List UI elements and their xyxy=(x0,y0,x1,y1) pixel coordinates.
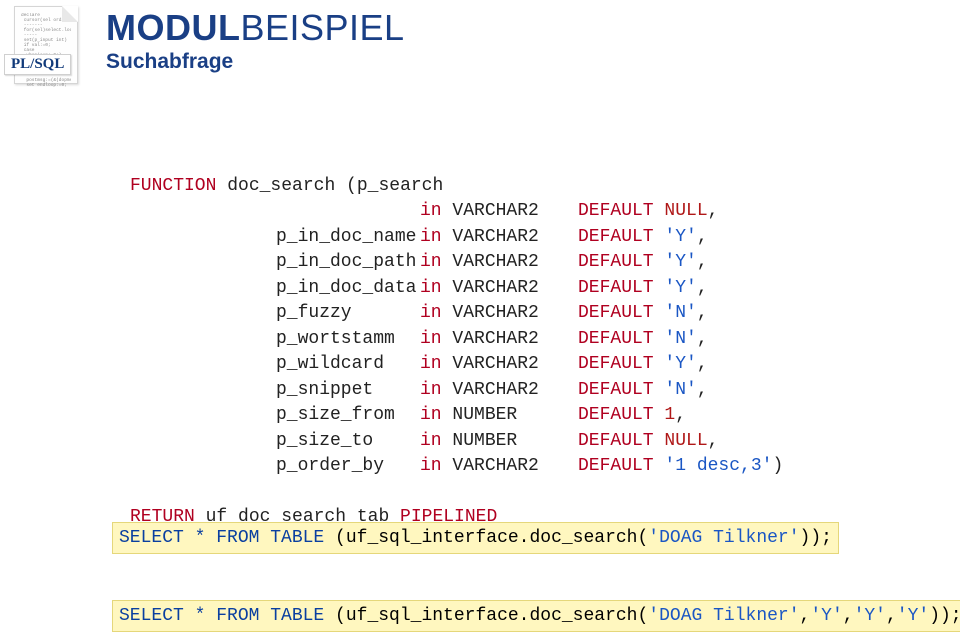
select2-y2: 'Y' xyxy=(854,606,886,626)
page-title: MODULBEISPIEL xyxy=(106,10,405,46)
param-name: p_snippet xyxy=(130,378,420,404)
param-type: in VARCHAR2 xyxy=(420,225,578,251)
select1-kw: SELECT * FROM TABLE xyxy=(119,528,324,548)
select2-arg: 'DOAG Tilkner' xyxy=(648,606,799,626)
param-default: DEFAULT 'Y', xyxy=(578,276,783,302)
plsql-doc-icon: declare cursor(sel ordinary) ------- for… xyxy=(14,6,86,88)
title-bold: MODUL xyxy=(106,7,240,48)
param-name: p_in_doc_path xyxy=(130,250,420,276)
param-first-name: p_search xyxy=(357,176,443,196)
param-type: in VARCHAR2 xyxy=(420,352,578,378)
param-name: p_size_from xyxy=(130,403,420,429)
page-subtitle: Suchabfrage xyxy=(106,50,405,74)
param-type: in NUMBER xyxy=(420,403,578,429)
param-type: in VARCHAR2 xyxy=(420,454,578,480)
param-name: p_in_doc_data xyxy=(130,276,420,302)
select2-post: )); xyxy=(929,606,960,626)
param-grid: in VARCHAR2DEFAULT NULL,p_in_doc_namein … xyxy=(130,199,783,480)
select1-mid: (uf_sql_interface.doc_search( xyxy=(324,528,648,548)
param-type: in VARCHAR2 xyxy=(420,199,578,225)
param-name: p_order_by xyxy=(130,454,420,480)
param-default: DEFAULT 'N', xyxy=(578,378,783,404)
param-default: DEFAULT 'Y', xyxy=(578,352,783,378)
plsql-badge: PL/SQL xyxy=(4,54,71,75)
param-name: p_fuzzy xyxy=(130,301,420,327)
param-type: in VARCHAR2 xyxy=(420,276,578,302)
param-name: p_wildcard xyxy=(130,352,420,378)
select2-c1: , xyxy=(800,606,811,626)
param-default: DEFAULT 'N', xyxy=(578,301,783,327)
kw-function: FUNCTION xyxy=(130,176,216,196)
code-block: FUNCTION doc_search (p_search in VARCHAR… xyxy=(130,148,783,556)
select2-y1: 'Y' xyxy=(810,606,842,626)
select1-post: )); xyxy=(800,528,832,548)
func-name: doc_search ( xyxy=(216,176,356,196)
title-light: BEISPIEL xyxy=(240,7,404,48)
param-type: in VARCHAR2 xyxy=(420,301,578,327)
param-type: in VARCHAR2 xyxy=(420,327,578,353)
param-default: DEFAULT 'N', xyxy=(578,327,783,353)
param-default: DEFAULT 1, xyxy=(578,403,783,429)
param-default: DEFAULT NULL, xyxy=(578,429,783,455)
select2-c2: , xyxy=(843,606,854,626)
param-default: DEFAULT 'Y', xyxy=(578,225,783,251)
select2-y3: 'Y' xyxy=(897,606,929,626)
param-type: in VARCHAR2 xyxy=(420,250,578,276)
select2-mid: (uf_sql_interface.doc_search( xyxy=(324,606,648,626)
param-type: in VARCHAR2 xyxy=(420,378,578,404)
param-default: DEFAULT '1 desc,3') xyxy=(578,454,783,480)
select2-c3: , xyxy=(886,606,897,626)
title-block: MODULBEISPIEL Suchabfrage xyxy=(106,10,405,74)
param-default: DEFAULT NULL, xyxy=(578,199,783,225)
select1-arg: 'DOAG Tilkner' xyxy=(648,528,799,548)
select2-kw: SELECT * FROM TABLE xyxy=(119,606,324,626)
select-example-1: SELECT * FROM TABLE (uf_sql_interface.do… xyxy=(112,522,839,554)
param-default: DEFAULT 'Y', xyxy=(578,250,783,276)
param-name: p_size_to xyxy=(130,429,420,455)
param-type: in NUMBER xyxy=(420,429,578,455)
select-example-2: SELECT * FROM TABLE (uf_sql_interface.do… xyxy=(112,600,960,632)
param-name: p_wortstamm xyxy=(130,327,420,353)
param-name: p_in_doc_name xyxy=(130,225,420,251)
